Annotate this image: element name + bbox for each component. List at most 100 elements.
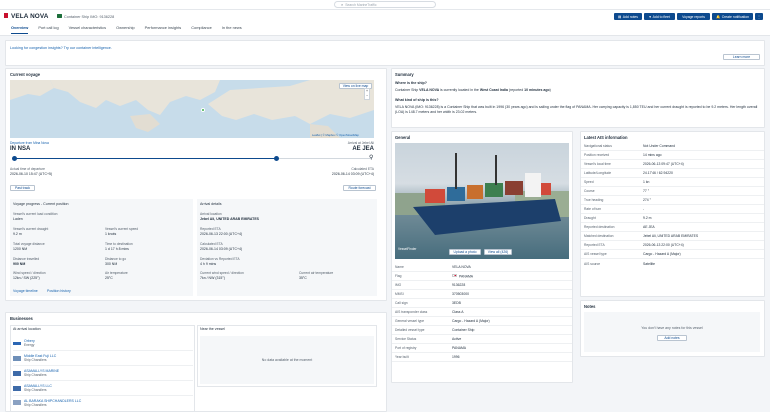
arrival-port-label: Arrival at Jebel Ali [347, 141, 374, 145]
tab-vessel-characteristics[interactable]: Vessel characteristics [69, 25, 106, 34]
ais-row: Rate of turn - [581, 205, 764, 214]
summary-card [391, 68, 765, 128]
list-item[interactable]: Orbery Energy [13, 336, 193, 351]
general-row: Detailed vessel type Container Ship [392, 326, 572, 335]
add-notes-button[interactable]: ▤ Add notes [614, 13, 642, 20]
ais-row: AIS vessel type Cargo - Hazard A (Major) [581, 250, 764, 259]
where-answer: Container Ship VELA NOVA is currently lo… [395, 88, 551, 92]
photo-credit: VesselFinder [398, 247, 417, 251]
cargo-label: Vessel's current load condition [13, 212, 58, 216]
more-actions-button[interactable]: ⋮ [755, 13, 763, 20]
voyage-map[interactable] [10, 80, 374, 138]
list-item[interactable]: AL BARAKA SHIPCHANDLERS LLC Ship Chandler… [13, 396, 193, 409]
draught-value: 9.2 m [13, 232, 22, 236]
tab-in-the-news[interactable]: In the news [222, 25, 242, 34]
general-row: Name VELA NOVA [392, 263, 572, 272]
reported-eta-label: Reported ETA [200, 227, 221, 231]
voyage-reports-button[interactable]: Voyage reports [677, 13, 710, 20]
vessel-type-icon [57, 14, 62, 19]
panama-flag-icon [452, 273, 457, 278]
reported-eta-value: 2026-06-13 22:00 (UTC+4) [200, 232, 243, 236]
near-vessel-empty-text: No data available at the moment [261, 358, 313, 362]
banner-text[interactable]: Looking for congestion insights? Try our… [10, 46, 112, 50]
learn-more-button[interactable]: Learn more [723, 54, 760, 60]
actual-departure-value: 2026-06-10 15:47 (UTC+5) [10, 172, 53, 176]
tab-performance-insights[interactable]: Performance insights [145, 25, 182, 34]
near-vessel-title: Near the vessel [200, 327, 225, 331]
general-row: Flag PANAMA [392, 272, 572, 281]
kind-answer: VELA NOVA (IMO: 9136228) is a Container … [395, 105, 758, 115]
cargo-value: Laden [13, 217, 23, 221]
create-notification-button[interactable]: 🔔 Create notification [712, 13, 753, 20]
arrival-temp-label: Current air temperature [299, 271, 334, 275]
list-item[interactable]: ASAMALLYS LLC Ship Chandlers [13, 381, 193, 396]
vessel-name: VELA NOVA [11, 13, 49, 20]
ais-row: True heading 274 ° [581, 196, 764, 205]
arrival-details-title: Arrival details [200, 202, 222, 206]
upload-photo-button[interactable]: Upload a photo [449, 249, 481, 255]
congestion-banner [5, 40, 765, 66]
search-input[interactable]: ⌕ Search MarineTraffic [334, 1, 436, 8]
vessel-type-imo: Container Ship IMO: 9136228 [64, 14, 115, 19]
position-history-link[interactable]: Position history [47, 289, 71, 293]
air-temp-label: Air temperature [105, 271, 128, 275]
ais-row: Reported ETA 2026-06-13 22:00 (UTC+4) [581, 241, 764, 250]
destination-pin-icon: ⚲ [369, 155, 374, 161]
ais-row: Navigational status Not Under Command [581, 142, 764, 151]
tab-port-call-log[interactable]: Port call log [38, 25, 58, 34]
map-land [10, 80, 374, 138]
arrival-locode: AE JEA [352, 146, 374, 152]
departure-port-label[interactable]: Departure from Mina Nova [10, 141, 49, 145]
map-credit[interactable]: Leaflet | © Mapbox © OpenStreetMap [312, 133, 359, 137]
company-logo-icon [13, 341, 21, 345]
past-track-button[interactable]: Past track [10, 185, 35, 191]
total-distance-label: Total voyage distance [13, 242, 45, 246]
arrival-calculated-eta-label: Calculated ETA [200, 242, 223, 246]
ais-title: Latest AIS information [584, 135, 628, 140]
wind-value: 12kn / SW (225°) [13, 276, 40, 280]
voyage-progress-title: Voyage progress - Current position [13, 202, 69, 206]
general-row: Year built 1996 [392, 353, 572, 362]
vessel-photo-drawing [395, 153, 569, 235]
route-forecast-button[interactable]: Route forecast [343, 185, 376, 191]
arrival-location-label: Arrival location [200, 212, 222, 216]
ais-row: Matched destination Jebel Ali, UNITED ARA… [581, 232, 764, 241]
calculated-eta-label: Calculated ETA [351, 167, 374, 171]
speed-value: 1 knots [105, 232, 117, 236]
add-notes-inline-button[interactable]: Add notes [657, 335, 687, 341]
heart-icon: ♥ [649, 14, 652, 19]
draught-label: Vessel's current draught [13, 227, 49, 231]
voyage-timeline-link[interactable]: Voyage timeline [13, 289, 38, 293]
ais-row: Course 77 ° [581, 187, 764, 196]
time-to-destination-label: Time to destination [105, 242, 133, 246]
distance-travelled-value: 900 NM [13, 262, 26, 266]
map-zoom-control[interactable]: + − [364, 88, 370, 100]
add-to-fleet-button[interactable]: ♥ Add to fleet [644, 13, 675, 20]
progress-dot [274, 156, 279, 161]
list-item[interactable]: Middle East Fuji LLC Ship Chandlers [13, 351, 193, 366]
company-logo-icon [13, 370, 21, 376]
view-all-photos-button[interactable]: View all (426) [484, 249, 512, 255]
vessel-photo[interactable] [395, 143, 569, 259]
time-to-destination-value: 1 d 17 h 8 mins [105, 247, 129, 251]
ais-row: Reported destination AE JEA [581, 223, 764, 232]
tab-overview[interactable]: Overview [11, 25, 29, 34]
distance-travelled-label: Distance travelled [13, 257, 40, 261]
departure-locode: IN NSA [10, 146, 31, 152]
general-row: AIS transponder class Class A [392, 308, 572, 317]
calculated-eta-value: 2026-06-14 03:09 (UTC+4) [331, 172, 374, 176]
list-item[interactable]: ASAMALLYS MARINE Ship Chandlers [13, 366, 193, 381]
arrival-wind-value: 7kn / NW (315°) [200, 276, 225, 280]
vessel-position-marker[interactable] [201, 108, 205, 112]
wind-label: Wind speed / direction [13, 271, 46, 275]
arrival-wind-label: Current wind speed / direction [200, 271, 244, 275]
actual-departure-label: Actual time of departure [10, 167, 46, 171]
tab-compliance[interactable]: Compliance [191, 25, 212, 34]
voyage-progress-fill [14, 158, 276, 159]
business-list: Orbery Energy Middle East Fuji LLC Ship Ch… [13, 336, 193, 409]
general-row: IMO 9136228 [392, 281, 572, 290]
arrival-location-value: Jebel Ali, UNITED ARAB EMIRATES [200, 217, 259, 221]
general-row: Service Status Active [392, 335, 572, 344]
tab-ownership[interactable]: Ownership [116, 25, 135, 34]
notes-title: Notes [584, 304, 596, 309]
